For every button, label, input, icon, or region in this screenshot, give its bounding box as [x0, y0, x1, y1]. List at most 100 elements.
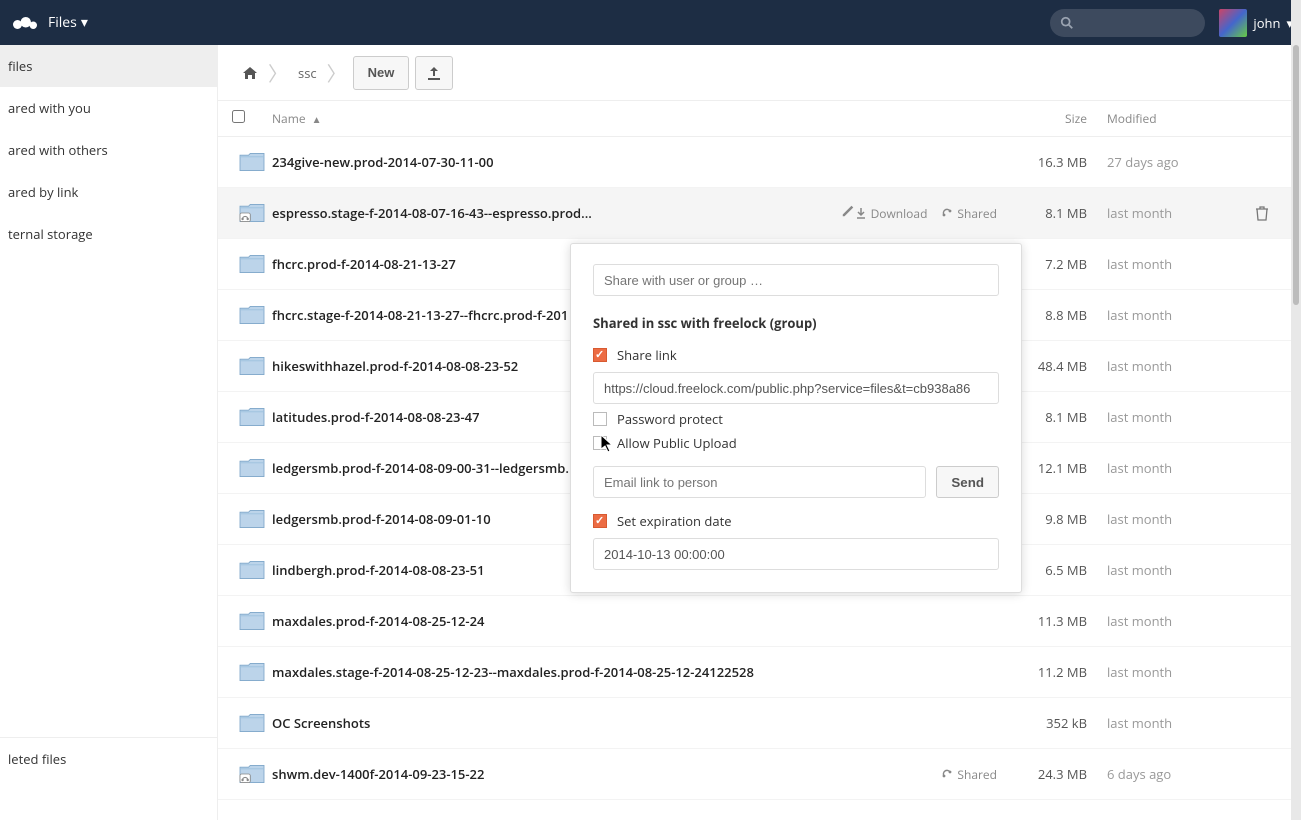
scrollbar-thumb[interactable] — [1293, 45, 1299, 305]
delete-icon[interactable] — [1247, 205, 1277, 221]
select-all-checkbox[interactable] — [232, 110, 245, 123]
file-modified: last month — [1107, 255, 1247, 273]
breadcrumb-home[interactable] — [232, 60, 268, 86]
folder-icon — [232, 150, 272, 174]
folder-icon — [232, 456, 272, 480]
file-name[interactable]: espresso.stage-f-2014-08-07-16-43--espre… — [272, 204, 831, 222]
file-modified: last month — [1107, 204, 1247, 222]
share-link-checkbox[interactable] — [593, 348, 607, 362]
new-button[interactable]: New — [353, 56, 410, 90]
breadcrumb: 〉 ssc 〉 — [232, 58, 347, 88]
file-name[interactable]: OC Screenshots — [272, 714, 997, 732]
file-modified: 6 days ago — [1107, 765, 1247, 783]
file-size: 6.5 MB — [1007, 561, 1107, 579]
file-modified: last month — [1107, 459, 1247, 477]
sidebar-item-deleted-files[interactable]: leted files — [0, 738, 217, 780]
share-link-url-input[interactable] — [593, 372, 999, 404]
file-modified: last month — [1107, 408, 1247, 426]
home-icon — [242, 66, 258, 80]
file-modified: last month — [1107, 510, 1247, 528]
expiration-checkbox[interactable] — [593, 514, 607, 528]
share-popover: Shared in ssc with freelock (group) Shar… — [570, 243, 1022, 593]
upload-button[interactable] — [415, 56, 453, 90]
sidebar: files ared with you ared with others are… — [0, 45, 218, 820]
file-name[interactable]: maxdales.stage-f-2014-08-25-12-23--maxda… — [272, 663, 997, 681]
folder-icon — [232, 507, 272, 531]
table-row[interactable]: 234give-new.prod-2014-07-30-11-00 16.3 MB… — [218, 137, 1291, 188]
file-name[interactable]: shwm.dev-1400f-2014-09-23-15-22 — [272, 765, 941, 783]
file-size: 12.1 MB — [1007, 459, 1107, 477]
avatar — [1219, 9, 1247, 37]
table-row[interactable]: OC Screenshots 352 kBlast month — [218, 698, 1291, 749]
row-actions: Shared — [941, 766, 1007, 783]
folder-icon — [232, 609, 272, 633]
search-icon — [1060, 16, 1074, 30]
file-size: 9.8 MB — [1007, 510, 1107, 528]
password-protect-checkbox[interactable] — [593, 412, 607, 426]
file-size: 24.3 MB — [1007, 765, 1107, 783]
table-row[interactable]: maxdales.stage-f-2014-08-25-12-23--maxda… — [218, 647, 1291, 698]
public-upload-label: Allow Public Upload — [617, 434, 737, 452]
search-input[interactable] — [1050, 9, 1205, 37]
file-name[interactable]: maxdales.prod-f-2014-08-25-12-24 — [272, 612, 997, 630]
user-menu[interactable]: john ▾ — [1219, 9, 1293, 37]
folder-shared-icon — [232, 762, 272, 786]
breadcrumb-folder[interactable]: ssc — [288, 58, 327, 88]
controls-bar: 〉 ssc 〉 New — [218, 45, 1291, 101]
file-size: 8.1 MB — [1007, 408, 1107, 426]
expiration-label: Set expiration date — [617, 512, 732, 530]
sidebar-item-shared-with-others[interactable]: ared with others — [0, 129, 217, 171]
table-row[interactable]: espresso.stage-f-2014-08-07-16-43--espre… — [218, 188, 1291, 239]
folder-shared-icon — [232, 201, 272, 225]
sidebar-item-all-files[interactable]: files — [0, 45, 217, 87]
file-name[interactable]: 234give-new.prod-2014-07-30-11-00 — [272, 153, 997, 171]
table-header: Name ▲ Size Modified — [218, 101, 1291, 137]
column-name[interactable]: Name ▲ — [272, 110, 1007, 127]
file-modified: last month — [1107, 306, 1247, 324]
file-size: 8.8 MB — [1007, 306, 1107, 324]
send-button[interactable]: Send — [936, 466, 999, 498]
app-header: Files ▾ john ▾ — [0, 0, 1301, 45]
shared-action[interactable]: Shared — [941, 766, 997, 783]
share-with-input[interactable] — [593, 264, 999, 296]
file-size: 11.2 MB — [1007, 663, 1107, 681]
table-row[interactable]: maxdales.prod-f-2014-08-25-12-24 11.3 MBl… — [218, 596, 1291, 647]
folder-icon — [232, 660, 272, 684]
download-action[interactable]: Download — [855, 205, 928, 222]
column-size[interactable]: Size — [1007, 110, 1107, 127]
table-row[interactable]: shwm.dev-1400f-2014-09-23-15-22Shared 24.… — [218, 749, 1291, 800]
shared-action[interactable]: Shared — [941, 205, 997, 222]
caret-down-icon: ▾ — [81, 13, 88, 32]
file-size: 16.3 MB — [1007, 153, 1107, 171]
file-modified: 27 days ago — [1107, 153, 1247, 171]
public-upload-checkbox[interactable] — [593, 436, 607, 450]
sort-asc-icon: ▲ — [312, 112, 322, 126]
rename-icon[interactable] — [841, 204, 855, 222]
email-link-input[interactable] — [593, 466, 926, 498]
folder-icon — [232, 558, 272, 582]
folder-icon — [232, 252, 272, 276]
password-protect-label: Password protect — [617, 410, 723, 428]
sidebar-item-shared-by-link[interactable]: ared by link — [0, 171, 217, 213]
share-link-label: Share link — [617, 346, 677, 364]
file-size: 7.2 MB — [1007, 255, 1107, 273]
folder-icon — [232, 303, 272, 327]
file-size: 11.3 MB — [1007, 612, 1107, 630]
owncloud-logo-icon[interactable] — [10, 11, 40, 35]
app-menu[interactable]: Files ▾ — [48, 13, 88, 32]
file-size: 48.4 MB — [1007, 357, 1107, 375]
shared-with-title: Shared in ssc with freelock (group) — [593, 314, 999, 332]
file-modified: last month — [1107, 357, 1247, 375]
file-modified: last month — [1107, 663, 1247, 681]
column-modified[interactable]: Modified — [1107, 110, 1247, 127]
folder-icon — [232, 711, 272, 735]
file-size: 352 kB — [1007, 714, 1107, 732]
file-modified: last month — [1107, 714, 1247, 732]
upload-icon — [426, 65, 442, 81]
sidebar-item-shared-with-you[interactable]: ared with you — [0, 87, 217, 129]
expiration-date-input[interactable] — [593, 538, 999, 570]
breadcrumb-sep: 〉 — [268, 58, 288, 87]
folder-icon — [232, 354, 272, 378]
sidebar-item-external-storage[interactable]: ternal storage — [0, 213, 217, 255]
file-modified: last month — [1107, 612, 1247, 630]
